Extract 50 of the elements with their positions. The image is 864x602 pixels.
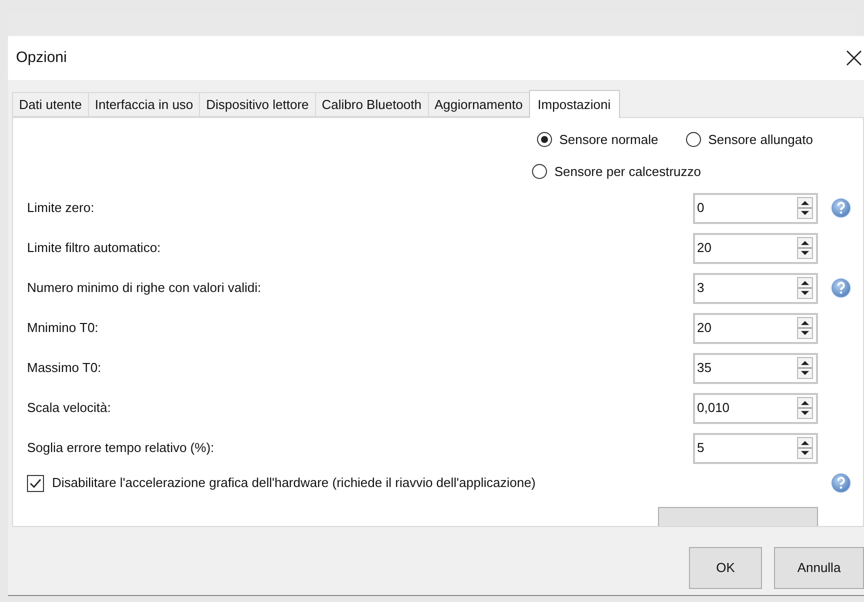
- field-label: Scala velocità:: [27, 399, 112, 418]
- spin-box[interactable]: 0,010: [693, 392, 818, 424]
- tab[interactable]: Interfaccia in uso: [88, 92, 200, 117]
- spin-box[interactable]: 3: [693, 272, 818, 304]
- check-icon: [29, 476, 42, 490]
- spin-box[interactable]: 5: [693, 432, 818, 464]
- checkbox-label: Disabilitare l'accelerazione grafica dell'hardware (richiede il riavvio dell'applicazione): [52, 474, 537, 492]
- radio-label: Sensore normale: [559, 131, 658, 149]
- spin-arrows-icon[interactable]: [797, 357, 813, 379]
- radio-label: Sensore per calcestruzzo: [554, 162, 701, 181]
- spin-box[interactable]: 35: [693, 352, 818, 384]
- checkbox[interactable]: [27, 474, 44, 492]
- tab[interactable]: Calibro Bluetooth: [314, 92, 428, 117]
- spin-value: 3: [697, 279, 704, 298]
- tab[interactable]: Impostazioni: [528, 90, 620, 118]
- dialog-button[interactable]: Annulla: [774, 547, 864, 589]
- field-label: Mnimino T0:: [27, 319, 100, 338]
- spin-value: 35: [697, 359, 712, 378]
- spin-arrows-icon[interactable]: [797, 437, 813, 459]
- field-label: Soglia errore tempo relativo (%):: [27, 439, 216, 458]
- spin-value: 0,010: [697, 399, 730, 418]
- spin-arrows-icon[interactable]: [797, 397, 813, 419]
- field-label: Numero minimo di righe con valori validi:: [27, 279, 262, 298]
- window-title: Opzioni: [16, 48, 67, 68]
- close-icon[interactable]: [846, 50, 862, 66]
- radio-button[interactable]: [537, 132, 552, 148]
- spin-value: 5: [697, 439, 704, 458]
- help-icon[interactable]: [830, 198, 850, 218]
- help-icon[interactable]: [830, 278, 850, 298]
- spin-arrows-icon[interactable]: [797, 317, 813, 339]
- tab[interactable]: Dispositivo lettore: [199, 92, 315, 117]
- radio-label: Sensore allungato: [708, 131, 813, 149]
- field-label: Massimo T0:: [27, 359, 102, 378]
- spin-arrows-icon[interactable]: [797, 197, 813, 219]
- help-icon[interactable]: [830, 473, 850, 493]
- spin-arrows-icon[interactable]: [797, 237, 813, 259]
- spin-box[interactable]: 20: [693, 312, 818, 344]
- spin-value: 20: [697, 239, 712, 258]
- spin-box[interactable]: 20: [693, 232, 818, 264]
- tab[interactable]: Aggiornamento: [428, 92, 529, 117]
- spin-value: 0: [697, 199, 704, 218]
- field-label: Limite zero:: [27, 199, 96, 218]
- radio-button[interactable]: [686, 132, 702, 148]
- dialog-button[interactable]: OK: [689, 547, 762, 589]
- radio-button[interactable]: [532, 164, 548, 179]
- field-label: Limite filtro automatico:: [27, 239, 162, 258]
- spin-arrows-icon[interactable]: [797, 277, 813, 299]
- spin-box[interactable]: 0: [693, 192, 818, 224]
- tab[interactable]: Dati utente: [12, 92, 88, 117]
- spin-value: 20: [697, 319, 712, 338]
